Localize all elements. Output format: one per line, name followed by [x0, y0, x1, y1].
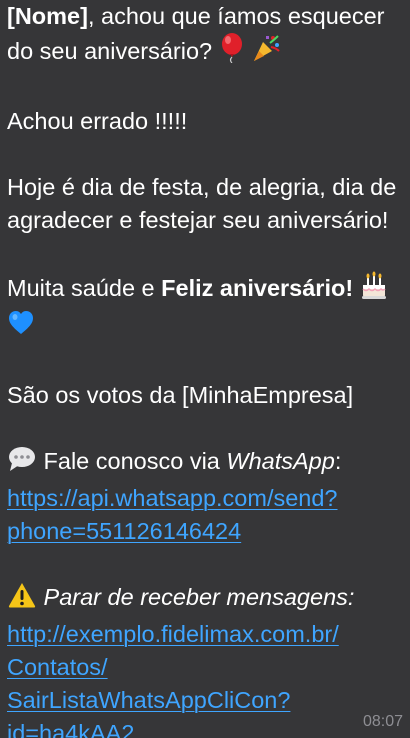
balloon-icon [219, 33, 245, 72]
unsubscribe-link-line1[interactable]: http://exemplo.fidelimax.com.br/ [7, 621, 339, 647]
birthday-cake-icon [360, 270, 388, 309]
celebration-paragraph: Hoje é dia de festa, de alegria, dia de … [7, 174, 397, 233]
unsubscribe-text: Parar de receber mensagens: [43, 584, 355, 610]
message-bubble: [Nome], achou que íamos esquecer do seu … [0, 0, 410, 738]
unsubscribe-link-line2[interactable]: Contatos/ [7, 654, 108, 680]
unsubscribe-link[interactable]: http://exemplo.fidelimax.com.br/Contatos… [7, 621, 339, 738]
wrong-paragraph: Achou errado !!!!! [7, 108, 188, 134]
blue-heart-icon [7, 309, 35, 346]
warning-icon [7, 581, 37, 618]
name-placeholder: [Nome] [7, 3, 88, 29]
greeting-paragraph: [Nome], achou que íamos esquecer do seu … [7, 0, 402, 72]
wishes-text: Muita saúde e [7, 275, 162, 301]
happy-birthday-text: Feliz aniversário! [161, 275, 354, 301]
unsubscribe-link-line4[interactable]: id=ha4kAA2 [7, 720, 134, 738]
wishes-paragraph: Muita saúde e Feliz aniversário! [7, 270, 402, 346]
whatsapp-link[interactable]: https://api.whatsapp.com/send? phone=5511… [7, 485, 338, 544]
party-popper-icon [251, 33, 281, 72]
speech-bubble-icon [7, 445, 37, 482]
message-timestamp: 08:07 [362, 713, 403, 730]
unsubscribe-link-line3[interactable]: SairListaWhatsAppCliCon? [7, 687, 290, 713]
contact-text: Fale conosco via [43, 448, 227, 474]
whatsapp-link-line2[interactable]: phone=551126146424 [7, 518, 241, 544]
signature-paragraph: São os votos da [MinhaEmpresa] [7, 382, 354, 408]
contact-colon: : [334, 448, 342, 474]
whatsapp-text: WhatsApp [226, 448, 335, 474]
whatsapp-link-line1[interactable]: https://api.whatsapp.com/send? [7, 485, 338, 511]
unsubscribe-paragraph: Parar de receber mensagens: http://exemp… [7, 581, 402, 738]
contact-paragraph: Fale conosco via WhatsApp: https://api.w… [7, 445, 402, 548]
